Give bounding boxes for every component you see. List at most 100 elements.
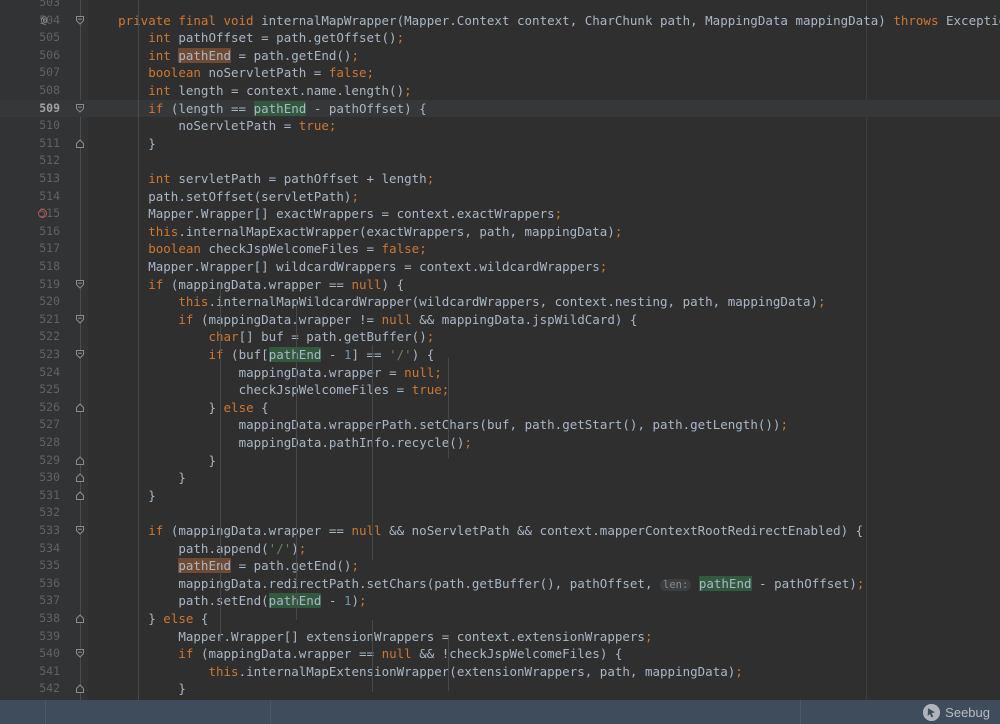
line-number: 506 [0,47,60,65]
line-number: 521 [0,311,60,329]
code-token: ) { [412,347,435,362]
code-token: ; [464,435,472,450]
fold-collapse-icon[interactable] [74,100,86,118]
fold-end-icon[interactable] [74,452,86,470]
fold-collapse-icon[interactable] [74,645,86,663]
line-number: 539 [0,628,60,646]
code-token: checkJspWelcomeFiles = [208,241,381,256]
code-text: int pathEnd = path.getEnd(); [148,47,359,65]
code-token: = path.getEnd() [231,558,351,573]
line-number: 513 [0,170,60,188]
code-text: Mapper.Wrapper[] wildcardWrappers = cont… [148,258,607,276]
code-text: this.internalMapExactWrapper(exactWrappe… [148,223,622,241]
line-number: 536 [0,575,60,593]
line-number: 520 [0,293,60,311]
code-token: length = context.name.length() [178,83,404,98]
fold-end-icon[interactable] [74,610,86,628]
fold-end-icon[interactable] [74,680,86,698]
code-token: if [148,101,171,116]
code-token: throws [893,13,946,28]
code-token: } [178,681,186,696]
fold-collapse-icon[interactable] [74,346,86,364]
code-token: } [208,400,223,415]
code-token: mappingData.pathInfo.recycle() [239,435,465,450]
line-number: 534 [0,540,60,558]
code-token: int [148,30,178,45]
code-text: path.setOffset(servletPath); [148,188,359,206]
code-token: null [351,277,381,292]
code-token: path.setOffset(servletPath) [148,189,351,204]
code-token: - pathOffset) [752,576,857,591]
code-lines: 503504@private final void internalMapWra… [0,0,1000,700]
code-token: int [148,83,178,98]
code-token: ) { [382,277,405,292]
line-number: 515 [0,205,60,223]
fold-collapse-icon[interactable] [74,12,86,30]
line-number: 518 [0,258,60,276]
fold-end-icon[interactable] [74,469,86,487]
code-token: ; [397,30,405,45]
code-token: path.setEnd( [178,593,268,608]
code-token: null [382,312,412,327]
indent-guide [372,345,373,560]
code-token: ; [615,224,623,239]
line-number: 516 [0,223,60,241]
fold-end-icon[interactable] [74,399,86,417]
code-token: noServletPath = [178,118,298,133]
code-token: false [382,241,420,256]
code-token: - [321,347,344,362]
code-token: ; [600,259,608,274]
code-token: (mappingData.wrapper == [201,646,382,661]
code-text: pathEnd = path.getEnd(); [178,557,359,575]
ide-screenshot: 503504@private final void internalMapWra… [0,0,1000,724]
annotation-marker-icon[interactable]: @ [36,12,52,30]
code-token: Mapper.Context context, CharChunk path, … [404,13,878,28]
fold-end-icon[interactable] [74,487,86,505]
fold-end-icon[interactable] [74,135,86,153]
code-token: checkJspWelcomeFiles = [239,382,412,397]
fold-collapse-icon[interactable] [74,522,86,540]
fold-collapse-icon[interactable] [74,276,86,294]
code-text: boolean noServletPath = false; [148,64,374,82]
code-text: if (mappingData.wrapper != null && mappi… [178,311,637,329]
line-number: 522 [0,328,60,346]
code-token: [] buf = path.getBuffer() [239,329,427,344]
code-text: } else { [148,610,208,628]
code-token: boolean [148,65,208,80]
code-token: ; [735,664,743,679]
seebug-watermark-label: Seebug [945,705,990,720]
code-token: ; [351,189,359,204]
code-token: ; [555,206,563,221]
seebug-watermark: Seebug [923,704,990,721]
code-token: pathEnd [178,48,231,63]
code-token: - [321,593,344,608]
code-token: (mappingData.wrapper == [171,523,352,538]
code-token: ; [351,48,359,63]
indent-guide [448,358,449,458]
status-bar[interactable]: Seebug [0,700,1000,724]
status-bar-separator [800,700,801,724]
code-token: '/' [269,541,292,556]
code-text: } else { [208,399,268,417]
code-token: ; [434,365,442,380]
code-token: (length == [171,101,254,116]
code-text: private final void internalMapWrapper(Ma… [118,12,1000,30]
code-text: int length = context.name.length(); [148,82,411,100]
code-token: ( [397,13,405,28]
code-token: - pathOffset) { [306,101,426,116]
line-number: 511 [0,135,60,153]
code-token: ; [351,558,359,573]
line-number: 525 [0,381,60,399]
code-editor[interactable]: 503504@private final void internalMapWra… [0,0,1000,700]
code-text: if (mappingData.wrapper == null && noSer… [148,522,863,540]
line-number: 542 [0,680,60,698]
line-number: 507 [0,64,60,82]
code-token: { [193,611,208,626]
code-token: } [178,470,186,485]
code-token: if [148,277,171,292]
fold-collapse-icon[interactable] [74,311,86,329]
code-token: ; [818,294,826,309]
line-number: 505 [0,29,60,47]
code-token: noServletPath = [208,65,328,80]
line-number: 503 [0,0,60,12]
